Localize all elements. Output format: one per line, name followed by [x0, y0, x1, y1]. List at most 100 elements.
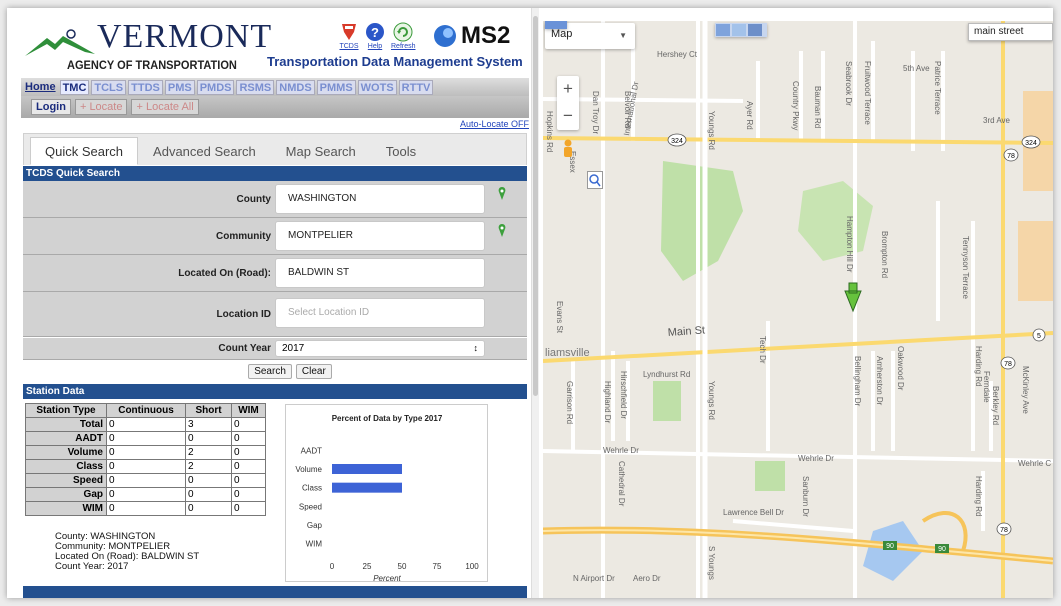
station-table: Station Type Continuous Short WIM Total 0… — [25, 403, 266, 516]
county-locate-pin-icon[interactable] — [497, 187, 507, 201]
county-field[interactable]: WASHINGTON — [275, 184, 485, 214]
left-panel-scrollbar[interactable] — [531, 8, 539, 598]
map-search-input[interactable]: main street — [968, 23, 1053, 41]
nav-nmds[interactable]: NMDS — [276, 79, 315, 95]
wim-cell: 0 — [231, 473, 266, 488]
bellingham-label: Bellingham Dr — [853, 356, 862, 407]
login-button[interactable]: Login — [31, 99, 71, 115]
nav-pms[interactable]: PMS — [164, 79, 195, 95]
nav-tcls[interactable]: TCLS — [91, 79, 127, 95]
mckinley-label: McKinley Ave — [1021, 366, 1030, 414]
sanburn-label: Sanburn Dr — [801, 476, 810, 517]
category-label: WIM — [306, 540, 323, 549]
continuous-cell: 0 — [106, 431, 186, 446]
tab-quick-search[interactable]: Quick Search — [30, 137, 139, 165]
nav-tmc[interactable]: TMC — [59, 79, 90, 95]
community-locate-pin-icon[interactable] — [497, 224, 507, 238]
sub-toolbar: Login + Locate + Locate All — [21, 96, 529, 118]
lawrence-bell-label: Lawrence Bell Dr — [723, 508, 784, 517]
refresh-label: Refresh — [391, 43, 416, 50]
tcds-button[interactable]: TCDS — [339, 22, 359, 50]
left-panel: VERMONT AGENCY OF TRANSPORTATION TCDS ? … — [21, 8, 529, 598]
route-78-shield: 78 — [996, 522, 1012, 536]
count-year-select[interactable]: 2017 ↕ — [275, 340, 485, 357]
street-view-pegman-icon[interactable] — [561, 139, 575, 161]
count-year-value: 2017 — [282, 343, 305, 354]
chevron-down-icon: ▼ — [619, 31, 627, 40]
table-row: WIM 0 0 0 — [25, 501, 266, 516]
map-nav-arrows-icon[interactable] — [545, 21, 567, 29]
tab-advanced-search[interactable]: Advanced Search — [138, 137, 271, 165]
locate-button[interactable]: + Locate — [74, 99, 128, 115]
row-label: AADT — [25, 431, 107, 446]
road-field[interactable]: BALDWIN ST — [275, 258, 485, 288]
map-view[interactable]: Main St Wehrle Dr Wehrle Dr Wehrle C Law… — [543, 21, 1053, 598]
nav-home[interactable]: Home — [23, 80, 58, 95]
search-button[interactable]: Search — [248, 364, 292, 379]
wehrle-label: Wehrle Dr — [603, 446, 639, 455]
zoom-control: + − — [557, 76, 579, 130]
svg-text:5: 5 — [1037, 333, 1041, 340]
map-canvas[interactable]: Main St Wehrle Dr Wehrle Dr Wehrle C Law… — [543, 21, 1053, 598]
search-actions: Search Clear — [23, 361, 527, 382]
locate-icon: + — [79, 101, 87, 113]
wim-cell: 0 — [231, 445, 266, 460]
svg-text:78: 78 — [1004, 361, 1012, 368]
seabrook-label: Seabrook Dr — [844, 61, 853, 106]
measure-tool-icon[interactable] — [732, 24, 746, 36]
short-cell: 0 — [185, 431, 232, 446]
x-tick-label: 100 — [465, 562, 479, 571]
svg-text:78: 78 — [1007, 153, 1015, 160]
layers-tool-icon[interactable] — [748, 24, 762, 36]
ms2-logo: MS2 — [433, 22, 510, 50]
auto-locate-toggle[interactable]: Auto-Locate OFF — [460, 119, 529, 129]
zoom-in-button[interactable]: + — [557, 76, 579, 102]
county-label: County — [236, 194, 271, 205]
scrollbar-thumb[interactable] — [533, 16, 538, 396]
search-tabs: Quick Search Advanced Search Map Search … — [23, 133, 527, 165]
pan-tool-icon[interactable] — [716, 24, 730, 36]
nav-rsms[interactable]: RSMS — [236, 79, 275, 95]
wim-cell: 0 — [231, 417, 266, 432]
app-window: VERMONT AGENCY OF TRANSPORTATION TCDS ? … — [7, 8, 1053, 598]
locate-all-button[interactable]: + Locate All — [131, 99, 199, 115]
ms2-text: MS2 — [461, 22, 511, 49]
short-cell: 0 — [185, 473, 232, 488]
zoom-out-button[interactable]: − — [557, 103, 579, 129]
agency-name: VERMONT — [97, 18, 273, 55]
year-label: Count Year — [218, 343, 271, 354]
harding-label: Harding Rd — [974, 476, 983, 516]
nav-ttds[interactable]: TTDS — [128, 79, 163, 95]
harding-label: Harding Rd — [974, 346, 983, 386]
location-id-field[interactable]: Select Location ID — [275, 298, 485, 328]
category-label: Speed — [299, 502, 322, 511]
short-cell: 2 — [185, 445, 232, 460]
short-cell: 0 — [185, 487, 232, 502]
nav-wots[interactable]: WOTS — [357, 79, 397, 95]
continuous-cell: 0 — [106, 473, 186, 488]
nav-pmds[interactable]: PMDS — [196, 79, 235, 95]
nav-rttv[interactable]: RTTV — [398, 79, 434, 95]
locate-label: Locate — [89, 101, 123, 113]
tab-tools[interactable]: Tools — [371, 137, 431, 165]
station-marker-icon[interactable] — [844, 282, 862, 313]
col-station-type: Station Type — [25, 403, 107, 418]
table-row: Speed 0 0 0 — [25, 473, 266, 488]
hershey-label: Hershey Ct — [657, 50, 698, 59]
x-tick-label: 50 — [398, 562, 407, 571]
tab-map-search[interactable]: Map Search — [271, 137, 371, 165]
help-label: Help — [367, 43, 383, 50]
zoom-extent-icon[interactable] — [587, 171, 603, 189]
community-field[interactable]: MONTPELIER — [275, 221, 485, 251]
bauman-label: Bauman Rd — [813, 86, 822, 128]
clear-button[interactable]: Clear — [295, 364, 332, 379]
help-button[interactable]: ? Help — [365, 22, 385, 50]
station-table-header: Station Type Continuous Short WIM — [25, 403, 266, 418]
category-label: Gap — [307, 521, 323, 530]
refresh-button[interactable]: Refresh — [391, 22, 416, 50]
nav-pmms[interactable]: PMMS — [316, 79, 356, 95]
tcds-icon — [342, 24, 356, 40]
col-continuous: Continuous — [106, 403, 186, 418]
percent-chart-panel: Percent of Data by Type 2017 AADT Volume Cl… — [285, 404, 488, 583]
park-area — [798, 181, 873, 261]
